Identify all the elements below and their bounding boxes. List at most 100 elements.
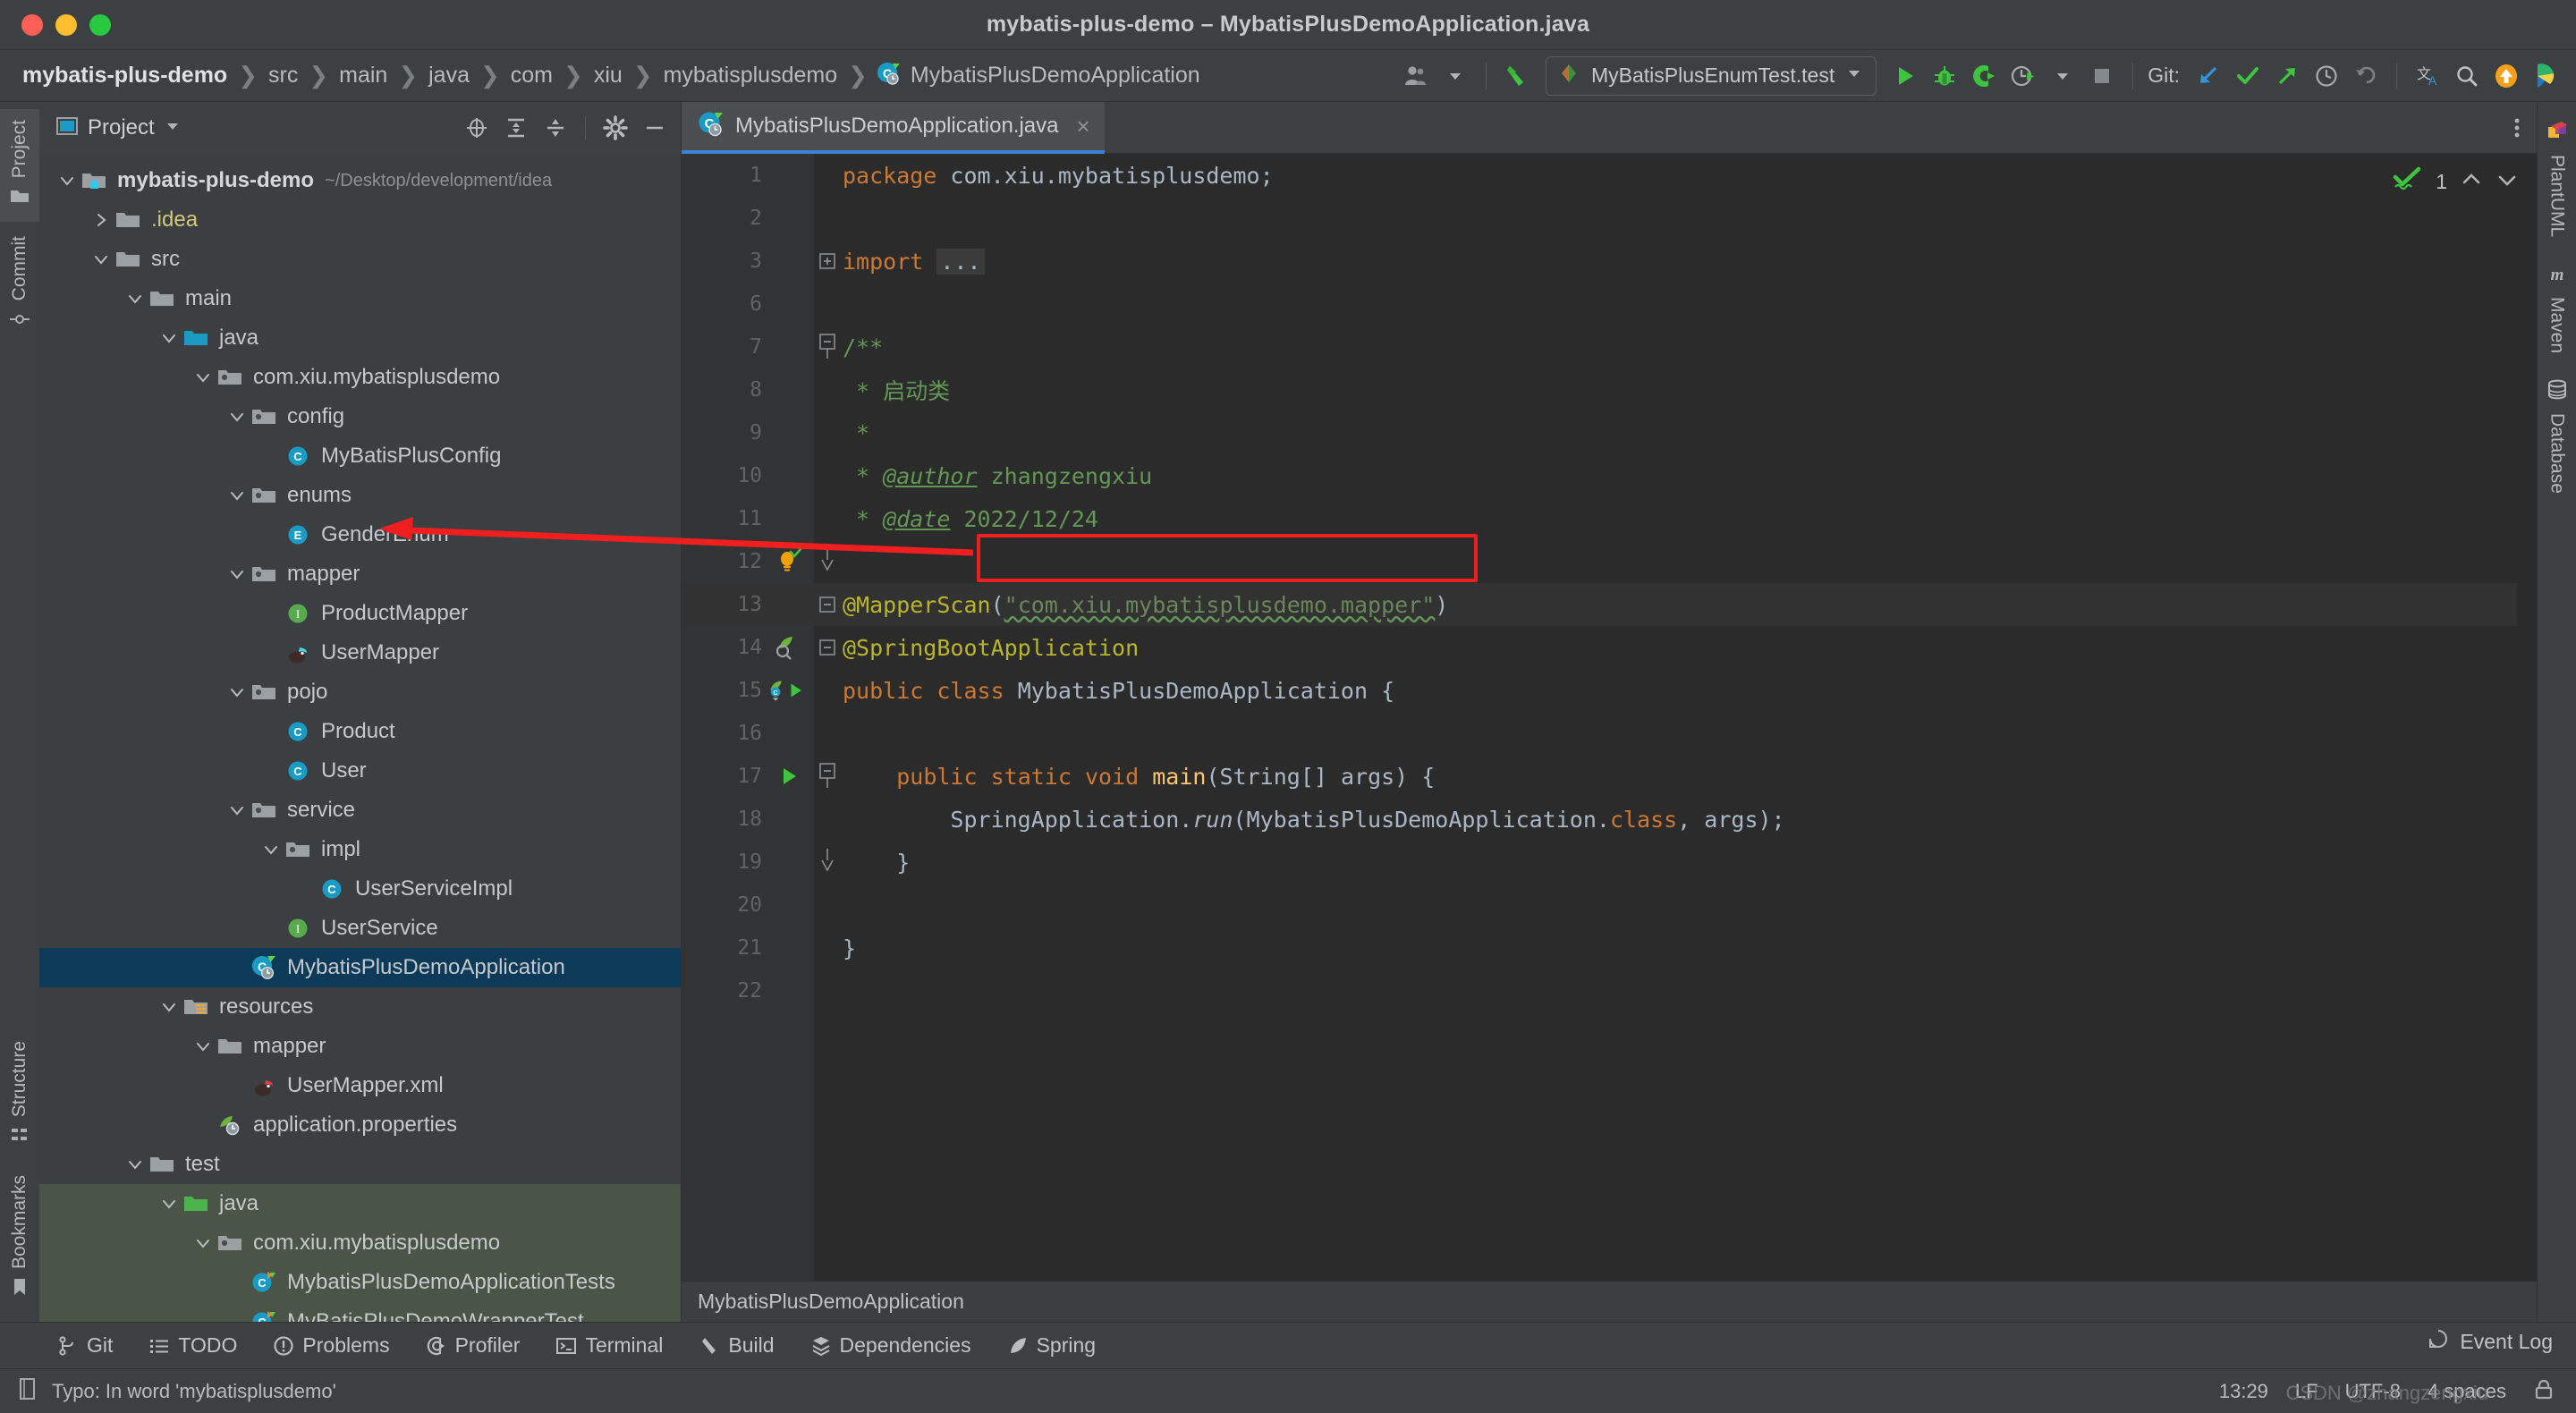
user-avatar-icon[interactable]	[1396, 56, 1436, 96]
tool-window-git[interactable]: Git	[39, 1323, 131, 1368]
chevron-right-icon[interactable]	[89, 211, 113, 229]
sidebar-item-plantuml[interactable]: PlantUML	[2538, 109, 2576, 248]
run-with-profiler-icon[interactable]	[2004, 56, 2043, 96]
tool-window-spring[interactable]: Spring	[989, 1323, 1114, 1368]
tree-node-config[interactable]: config	[39, 397, 681, 436]
chevron-down-icon[interactable]	[89, 250, 113, 268]
close-icon[interactable]: ×	[1077, 114, 1090, 138]
code-line[interactable]: public static void main(String[] args) {	[814, 755, 2537, 798]
fold-collapse-icon[interactable]	[814, 595, 841, 614]
git-commit-check-icon[interactable]	[2228, 56, 2267, 96]
chevron-down-icon[interactable]	[123, 290, 147, 308]
spring-run-gutter-icon[interactable]: C	[767, 677, 810, 704]
code-line[interactable]	[814, 969, 2537, 1012]
tree-node-genderenum[interactable]: E GenderEnum	[39, 515, 681, 554]
code-line[interactable]: * 启动类	[814, 368, 2537, 411]
close-window-button[interactable]	[21, 13, 43, 36]
tree-node-product[interactable]: C Product	[39, 712, 681, 751]
chevron-down-icon[interactable]	[225, 565, 249, 583]
git-push-icon[interactable]	[2267, 56, 2307, 96]
tool-window-build[interactable]: Build	[681, 1323, 792, 1368]
indent-setting[interactable]: 4 spaces	[2428, 1380, 2506, 1403]
tree-node-test[interactable]: test	[39, 1145, 681, 1184]
inspections-widget[interactable]: 1	[2393, 166, 2519, 198]
fold-collapse-icon[interactable]	[814, 638, 841, 657]
code-line[interactable]	[814, 712, 2537, 755]
tree-node-user[interactable]: C User	[39, 751, 681, 791]
event-log-widget[interactable]: Event Log	[2427, 1328, 2553, 1356]
code-line[interactable]: }	[814, 841, 2537, 884]
chevron-down-icon[interactable]	[123, 1155, 147, 1173]
tab-mybatisplusdemoapplication[interactable]: C MybatisPlusDemoApplication.java ×	[682, 102, 1105, 154]
code-line[interactable]: * @date 2022/12/24	[814, 497, 2537, 540]
code-line[interactable]: *	[814, 411, 2537, 454]
run-configuration-selector[interactable]: MyBatisPlusEnumTest.test	[1545, 55, 1877, 96]
chevron-down-icon[interactable]	[259, 841, 283, 859]
settings-gear-icon[interactable]	[598, 111, 632, 145]
code-editor[interactable]: 1 1 2 3 6 7 8 9 10 11 12 13 14 15 C 16 17 18 19 20 21 22 pac…	[682, 154, 2537, 1281]
chevron-down-icon[interactable]	[157, 998, 181, 1016]
tree-node-java[interactable]: java	[39, 318, 681, 358]
code-line[interactable]: @MapperScan("com.xiu.mybatisplusdemo.map…	[814, 583, 2537, 626]
caret-position[interactable]: 13:29	[2219, 1380, 2268, 1403]
run-play-icon[interactable]	[1885, 56, 1925, 96]
tree-node-com-xiu-mybatisplusdemo[interactable]: com.xiu.mybatisplusdemo	[39, 1223, 681, 1263]
tree-node-impl[interactable]: impl	[39, 830, 681, 869]
chevron-down-icon[interactable]	[225, 683, 249, 701]
git-update-icon[interactable]	[2189, 56, 2228, 96]
intention-bulb-icon[interactable]	[767, 548, 810, 575]
tree-node-mybatis-plus-demo[interactable]: mybatis-plus-demo ~/Desktop/development/i…	[39, 161, 681, 200]
tree-node--idea[interactable]: .idea	[39, 200, 681, 240]
tree-node-service[interactable]: service	[39, 791, 681, 830]
read-only-lock-icon[interactable]	[2533, 1376, 2555, 1406]
tree-node-mybatisplusdemowrappertest[interactable]: C MyBatisPlusDemoWrapperTest	[39, 1302, 681, 1322]
window-controls[interactable]	[0, 13, 111, 36]
tree-node-mybatisplusdemoapplicationtests[interactable]: C MybatisPlusDemoApplicationTests	[39, 1263, 681, 1302]
breadcrumb-item-com[interactable]: com	[508, 63, 555, 89]
search-everywhere-icon[interactable]	[2447, 56, 2487, 96]
more-options-icon[interactable]	[2497, 102, 2537, 154]
breadcrumb-item-project[interactable]: mybatis-plus-demo	[20, 63, 230, 89]
chevron-down-icon[interactable]	[191, 368, 215, 386]
chevron-down-icon[interactable]	[1845, 64, 1863, 87]
stop-square-icon[interactable]	[2082, 56, 2122, 96]
sidebar-item-maven[interactable]: m Maven	[2538, 251, 2576, 364]
tool-window-todo[interactable]: TODO	[131, 1323, 255, 1368]
previous-problem-icon[interactable]	[2460, 168, 2483, 196]
code-line[interactable]: package com.xiu.mybatisplusdemo;	[814, 154, 2537, 197]
tree-node-enums[interactable]: enums	[39, 476, 681, 515]
tree-node-productmapper[interactable]: I ProductMapper	[39, 594, 681, 633]
tree-node-mybatisplusdemoapplication[interactable]: C MybatisPlusDemoApplication	[39, 948, 681, 987]
chevron-down-icon[interactable]	[191, 1037, 215, 1055]
project-panel-dropdown-icon[interactable]	[164, 117, 182, 140]
tree-node-userserviceimpl[interactable]: C UserServiceImpl	[39, 869, 681, 909]
editor-breadcrumb-class[interactable]: MybatisPlusDemoApplication	[698, 1290, 964, 1314]
tree-node-usermapper[interactable]: UserMapper	[39, 633, 681, 673]
git-rollback-undo-icon[interactable]	[2346, 56, 2385, 96]
chevron-down-icon[interactable]	[157, 329, 181, 347]
code-line[interactable]: import ...	[814, 240, 2537, 283]
tree-node-com-xiu-mybatisplusdemo[interactable]: com.xiu.mybatisplusdemo	[39, 358, 681, 397]
tree-node-src[interactable]: src	[39, 240, 681, 279]
collapse-all-icon[interactable]	[538, 111, 572, 145]
tree-node-pojo[interactable]: pojo	[39, 673, 681, 712]
tool-window-profiler[interactable]: Profiler	[408, 1323, 538, 1368]
sidebar-item-project[interactable]: Project	[0, 109, 39, 223]
tree-node-usermapper-xml[interactable]: UserMapper.xml	[39, 1066, 681, 1105]
file-encoding[interactable]: UTF-8	[2345, 1380, 2401, 1403]
editor-scrollbar[interactable]	[2517, 154, 2537, 1281]
code-line[interactable]	[814, 540, 2537, 583]
profiler-dropdown-chevron-icon[interactable]	[2043, 56, 2082, 96]
tree-node-mybatisplusconfig[interactable]: C MyBatisPlusConfig	[39, 436, 681, 476]
line-separator[interactable]: LF	[2295, 1380, 2318, 1403]
code-line[interactable]: /**	[814, 326, 2537, 368]
code-line[interactable]: SpringApplication.run(MybatisPlusDemoApp…	[814, 798, 2537, 841]
fold-region-end-icon[interactable]	[814, 546, 841, 577]
breadcrumb-item-java[interactable]: java	[426, 63, 472, 89]
tree-node-mapper[interactable]: mapper	[39, 1027, 681, 1066]
breadcrumb-item-main[interactable]: main	[336, 63, 390, 89]
tree-node-mapper[interactable]: mapper	[39, 554, 681, 594]
next-problem-icon[interactable]	[2496, 168, 2519, 196]
tool-window-terminal[interactable]: Terminal	[538, 1323, 681, 1368]
breadcrumb-item-mybatisplusdemo[interactable]: mybatisplusdemo	[661, 63, 841, 89]
